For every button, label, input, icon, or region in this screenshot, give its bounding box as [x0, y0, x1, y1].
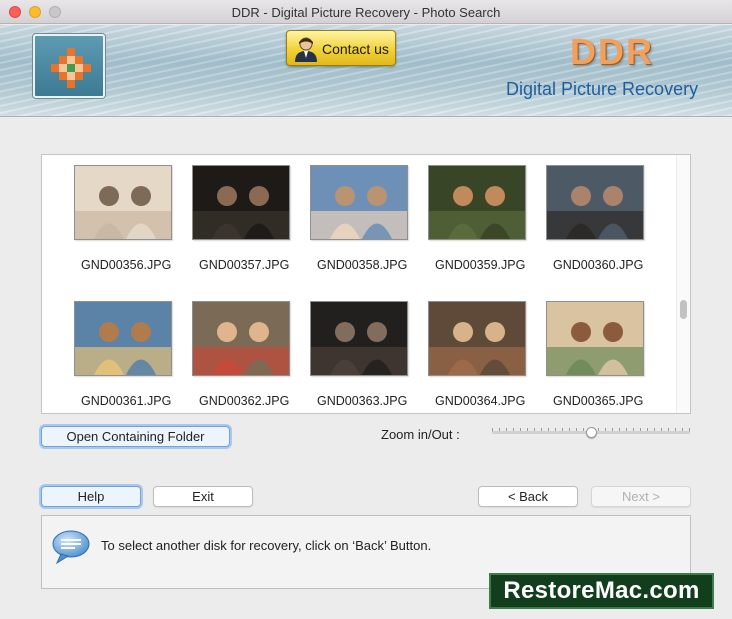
zoom-slider[interactable] — [492, 424, 690, 442]
speech-bubble-icon — [52, 530, 90, 565]
photo-tile[interactable]: GND00360.JPG — [532, 155, 644, 285]
photo-gallery: GND00356.JPG GND00357.JPG GND00358.JPG GND0… — [41, 154, 691, 414]
photo-thumbnail[interactable] — [546, 165, 644, 240]
status-message-text: To select another disk for recovery, cli… — [101, 538, 432, 553]
gallery-scroll-thumb[interactable] — [680, 300, 687, 319]
ddr-logo-icon — [51, 48, 91, 88]
photo-tile[interactable]: GND00356.JPG — [60, 155, 172, 285]
photo-thumbnail[interactable] — [428, 301, 526, 376]
photo-filename: GND00360.JPG — [553, 258, 644, 272]
photo-thumbnail[interactable] — [428, 165, 526, 240]
photo-tile[interactable]: GND00365.JPG — [532, 291, 644, 413]
photo-filename: GND00365.JPG — [553, 394, 644, 408]
app-header: Contact us DDR Digital Picture Recovery — [0, 25, 732, 117]
photo-tile[interactable]: GND00359.JPG — [414, 155, 526, 285]
photo-tile[interactable]: GND00357.JPG — [178, 155, 290, 285]
exit-button[interactable]: Exit — [153, 486, 253, 507]
open-containing-folder-button[interactable]: Open Containing Folder — [41, 426, 230, 447]
restoremac-watermark: RestoreMac.com — [489, 573, 714, 609]
photo-tile[interactable]: GND00364.JPG — [414, 291, 526, 413]
person-icon — [295, 37, 317, 62]
photo-tile[interactable]: GND00363.JPG — [296, 291, 408, 413]
app-logo — [33, 34, 105, 98]
contact-us-button[interactable]: Contact us — [286, 30, 396, 66]
photo-tile[interactable]: GND00362.JPG — [178, 291, 290, 413]
next-button[interactable]: Next > — [591, 486, 691, 507]
photo-thumbnail[interactable] — [192, 165, 290, 240]
photo-thumbnail[interactable] — [310, 165, 408, 240]
back-button[interactable]: < Back — [478, 486, 578, 507]
help-button[interactable]: Help — [41, 486, 141, 507]
photo-tile[interactable]: GND00361.JPG — [60, 291, 172, 413]
zoom-slider-knob[interactable] — [586, 427, 597, 438]
photo-thumbnail[interactable] — [546, 301, 644, 376]
zoom-label: Zoom in/Out : — [381, 427, 460, 442]
window-title: DDR - Digital Picture Recovery - Photo S… — [231, 5, 501, 20]
photo-thumbnail[interactable] — [74, 165, 172, 240]
title-bar: DDR - Digital Picture Recovery - Photo S… — [0, 0, 732, 24]
gallery-scrollbar[interactable] — [676, 155, 690, 413]
photo-thumbnail[interactable] — [310, 301, 408, 376]
photo-thumbnail[interactable] — [192, 301, 290, 376]
brand-subtitle: Digital Picture Recovery — [506, 79, 699, 99]
photo-thumbnail[interactable] — [74, 301, 172, 376]
photo-tile[interactable]: GND00358.JPG — [296, 155, 408, 285]
contact-us-label: Contact us — [322, 41, 389, 57]
brand-title: DDR — [570, 31, 654, 72]
